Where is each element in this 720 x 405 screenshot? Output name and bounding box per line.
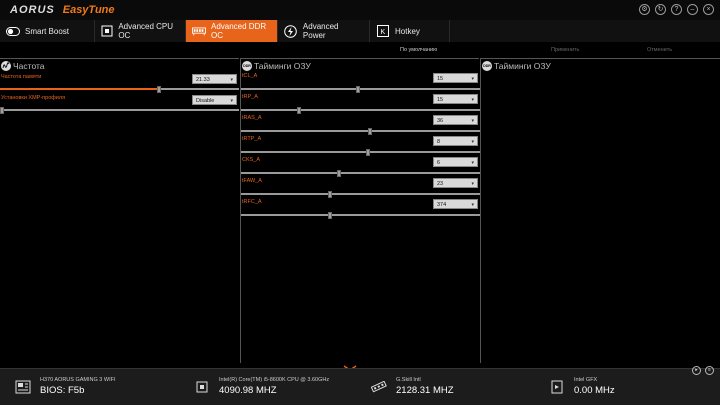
timing-select[interactable]: 374 [433, 199, 478, 210]
frequency-panel: Частота Частота памяти 21.33 Установки X… [0, 58, 239, 363]
timing-select[interactable]: 6 [433, 157, 478, 168]
xmp-profile-slider[interactable] [0, 106, 239, 114]
cancel-button[interactable]: Отменить [647, 47, 672, 53]
frequency-icon [1, 61, 11, 71]
timing-label: tFAW_A [242, 178, 262, 184]
tab-label: Advanced DDR OC [211, 22, 267, 40]
tab-hotkey[interactable]: K Hotkey [370, 20, 450, 42]
slider-fill [0, 88, 157, 90]
help-icon[interactable]: ? [671, 4, 682, 15]
panel-title: Тайминги ОЗУ [494, 61, 551, 71]
memory-name: G.Skill Intl [396, 377, 421, 383]
slider-thumb[interactable] [366, 148, 370, 156]
timing-label: tCL_A [242, 73, 258, 79]
svg-text:K: K [381, 29, 386, 36]
action-row: По умолчанию Применить Отменить [0, 42, 720, 58]
cpu-clock: 4090.98 MHZ [219, 385, 277, 396]
ddr-badge-icon: DDR [482, 61, 492, 71]
slider-thumb[interactable] [157, 85, 161, 93]
keyboard-icon: K [376, 25, 390, 37]
gpu-clock: 0.00 MHz [574, 385, 615, 396]
ram-icon [370, 379, 388, 395]
timing-slider[interactable] [241, 169, 480, 177]
tab-label: Advanced CPU OC [118, 22, 174, 40]
memory-clock: 2128.31 MHZ [396, 385, 454, 396]
tab-advanced-ddr-oc[interactable]: Advanced DDR OC [186, 20, 278, 42]
slider-thumb[interactable] [0, 106, 4, 114]
ddr-badge-icon: DDR [242, 61, 252, 71]
slider-thumb[interactable] [356, 85, 360, 93]
timing-select[interactable]: 15 [433, 94, 478, 105]
timing-select[interactable]: 36 [433, 115, 478, 126]
cpu-icon [101, 25, 113, 37]
timing-label: tRFC_A [242, 199, 262, 205]
brand-name: AORUS [10, 4, 55, 16]
status-footer: H370 AORUS GAMING 3 WIFI BIOS: F5b Intel… [0, 368, 720, 405]
memory-info: G.Skill Intl 2128.31 MHZ [370, 377, 454, 396]
timing-label: CKS_A [242, 157, 261, 163]
motherboard-icon [14, 379, 32, 395]
timing-label: tRTP_A [242, 136, 262, 142]
slider-thumb[interactable] [328, 190, 332, 198]
settings-icon[interactable]: ≡ [705, 366, 714, 375]
tab-advanced-power[interactable]: Advanced Power [278, 20, 370, 42]
timings-panel: DDR Тайминги ОЗУ tCL_A 15 tRP_A 15 tRAS_… [240, 58, 480, 363]
slider-thumb[interactable] [328, 211, 332, 219]
timing-slider[interactable] [241, 211, 480, 219]
tab-bar: Smart Boost Advanced CPU OC Advanced DDR… [0, 20, 720, 42]
gpu-name: Intel GFX [574, 377, 598, 383]
default-button[interactable]: По умолчанию [400, 47, 437, 53]
app-logo: AORUS EasyTune [10, 4, 115, 16]
xmp-profile-label: Установки XMP-профиля [1, 95, 66, 101]
bios-version: BIOS: F5b [40, 385, 85, 396]
cpu-icon [193, 379, 211, 395]
panel-title: Частота [13, 61, 45, 71]
memory-frequency-select[interactable]: 21.33 [192, 74, 237, 85]
slider-thumb[interactable] [297, 106, 301, 114]
slider-thumb[interactable] [337, 169, 341, 177]
gpu-icon [548, 379, 566, 395]
slider-thumb[interactable] [368, 127, 372, 135]
memory-frequency-slider[interactable] [0, 85, 239, 93]
refresh-icon[interactable]: ↻ [655, 4, 666, 15]
apply-button[interactable]: Применить [551, 47, 579, 53]
close-icon[interactable]: × [703, 4, 714, 15]
timing-slider[interactable] [241, 127, 480, 135]
play-icon[interactable]: ▸ [692, 366, 701, 375]
tab-smart-boost[interactable]: Smart Boost [0, 20, 95, 42]
tab-label: Advanced Power [302, 22, 339, 40]
gpu-info: Intel GFX 0.00 MHz [548, 377, 615, 396]
timing-select[interactable]: 8 [433, 136, 478, 147]
memory-frequency-label: Частота памяти [1, 74, 42, 80]
timing-slider[interactable] [241, 148, 480, 156]
cpu-info: Intel(R) Core(TM) i5-8600K CPU @ 3.60GHz… [193, 377, 329, 396]
title-bar: AORUS EasyTune ⚙ ↻ ? – × [0, 0, 720, 20]
board-name: H370 AORUS GAMING 3 WIFI [40, 377, 116, 383]
product-name: EasyTune [62, 4, 115, 16]
timing-slider[interactable] [241, 190, 480, 198]
timings-panel-2: DDR Тайминги ОЗУ [480, 58, 720, 363]
timing-slider[interactable] [241, 106, 480, 114]
lightning-icon [284, 24, 298, 38]
timing-slider[interactable] [241, 85, 480, 93]
tab-advanced-cpu-oc[interactable]: Advanced CPU OC [95, 20, 186, 42]
gear-icon[interactable]: ⚙ [639, 4, 650, 15]
timing-select[interactable]: 15 [433, 73, 478, 84]
timing-select[interactable]: 23 [433, 178, 478, 189]
tab-label: Smart Boost [25, 26, 70, 36]
cpu-name: Intel(R) Core(TM) i5-8600K CPU @ 3.60GHz [219, 377, 330, 383]
minimize-icon[interactable]: – [687, 4, 698, 15]
xmp-profile-select[interactable]: Disable [192, 95, 237, 106]
timing-label: tRP_A [242, 94, 258, 100]
ram-icon [192, 25, 206, 37]
timing-label: tRAS_A [242, 115, 262, 121]
board-info: H370 AORUS GAMING 3 WIFI BIOS: F5b [14, 377, 116, 396]
tab-label: Hotkey [395, 26, 420, 36]
panel-title: Тайминги ОЗУ [254, 61, 311, 71]
toggle-icon [6, 25, 20, 37]
